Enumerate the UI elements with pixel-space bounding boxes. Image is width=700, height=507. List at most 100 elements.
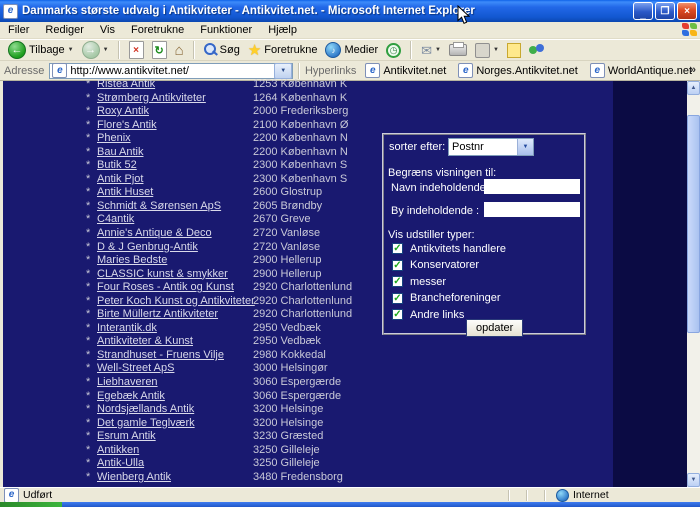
- dealer-link[interactable]: Flore's Antik: [97, 119, 157, 133]
- dealer-link[interactable]: C4antik: [97, 213, 134, 227]
- type-checkbox[interactable]: ✓: [392, 276, 403, 287]
- dealer-link[interactable]: Peter Koch Kunst og Antikviteter: [97, 295, 255, 309]
- home-button[interactable]: ⌂: [173, 43, 186, 58]
- dealer-link[interactable]: Egebæk Antik: [97, 390, 165, 404]
- vertical-scrollbar[interactable]: ▲ ▼: [687, 81, 700, 487]
- dealer-link[interactable]: Maries Bedste: [97, 254, 167, 268]
- media-note-glyph: ♪: [331, 46, 335, 55]
- type-checkbox[interactable]: ✓: [392, 293, 403, 304]
- discuss-button[interactable]: [505, 43, 523, 58]
- links-overflow-chevron[interactable]: »: [690, 64, 696, 76]
- scroll-down-button[interactable]: ▼: [687, 473, 700, 487]
- media-button[interactable]: ♪ Medier: [323, 42, 380, 58]
- print-button[interactable]: [447, 44, 469, 56]
- type-label: Andre links: [410, 309, 464, 321]
- type-checkbox[interactable]: ✓: [392, 309, 403, 320]
- type-checkbox[interactable]: ✓: [392, 243, 403, 254]
- bullet: *: [86, 471, 90, 485]
- dealer-link[interactable]: Four Roses - Antik og Kunst: [97, 281, 234, 295]
- scrollbar-thumb[interactable]: [687, 115, 700, 333]
- search-button[interactable]: Søg: [202, 43, 242, 57]
- quick-link[interactable]: e WorldAntique.net: [586, 63, 696, 78]
- quick-link[interactable]: e Norges.Antikvitet.net: [454, 63, 582, 78]
- favorites-button[interactable]: ★ Foretrukne: [246, 43, 320, 58]
- dealer-link[interactable]: Antik Pjot: [97, 173, 143, 187]
- quick-link[interactable]: e Antikvitet.net: [361, 63, 450, 78]
- listing-row: * Well-Street ApS 3000 Helsingør: [3, 362, 603, 376]
- history-button[interactable]: ◷: [384, 43, 403, 58]
- address-input[interactable]: e http://www.antikvitet.net/ ▼: [49, 63, 293, 79]
- dealer-link[interactable]: Bau Antik: [97, 146, 143, 160]
- forward-button[interactable]: → ▼: [80, 41, 111, 59]
- city-input[interactable]: [484, 202, 580, 217]
- dealer-link[interactable]: CLASSIC kunst & smykker: [97, 268, 228, 282]
- dealer-link[interactable]: Phenix: [97, 132, 131, 146]
- minimize-button[interactable]: _: [633, 2, 653, 20]
- zone-label: Internet: [573, 489, 609, 501]
- restore-button[interactable]: ❐: [655, 2, 675, 20]
- home-icon: ⌂: [175, 43, 184, 58]
- messenger-button[interactable]: [527, 43, 547, 57]
- discuss-icon: [507, 43, 521, 58]
- status-left: e Udført: [4, 488, 498, 503]
- dealer-link[interactable]: Strandhuset - Fruens Vilje: [97, 349, 224, 363]
- dealer-link[interactable]: D & J Genbrug-Antik: [97, 241, 198, 255]
- bullet: *: [86, 457, 90, 471]
- menu-item[interactable]: Rediger: [37, 23, 92, 37]
- refresh-button[interactable]: ↻: [150, 41, 169, 59]
- dealer-link[interactable]: Roxy Antik: [97, 105, 149, 119]
- dealer-link[interactable]: Interantik.dk: [97, 322, 157, 336]
- status-text: Udført: [23, 489, 52, 501]
- dealer-location: 2720 Vanløse: [253, 241, 320, 255]
- dealer-link[interactable]: Ristea Antik: [97, 78, 155, 92]
- menu-item[interactable]: Filer: [0, 23, 37, 37]
- bullet: *: [86, 417, 90, 431]
- dealer-link[interactable]: Birte Müllertz Antikviteter: [97, 308, 218, 322]
- ie-e-glyph: e: [9, 490, 15, 500]
- dealer-link[interactable]: Wienberg Antik: [97, 471, 171, 485]
- dealer-link[interactable]: Det gamle Teglværk: [97, 417, 195, 431]
- restore-icon: ❐: [661, 6, 670, 17]
- dealer-link[interactable]: Strømberg Antikviteter: [97, 92, 206, 106]
- mail-dropdown-icon[interactable]: ▼: [435, 47, 441, 53]
- dealer-link[interactable]: Liebhaveren: [97, 376, 158, 390]
- close-button[interactable]: ×: [677, 2, 697, 20]
- dealer-link[interactable]: Annie's Antique & Deco: [97, 227, 212, 241]
- quick-link-label: Norges.Antikvitet.net: [476, 65, 578, 77]
- bullet: *: [86, 227, 90, 241]
- select-chevron-icon[interactable]: ▼: [517, 139, 533, 155]
- dealer-link[interactable]: Antikviteter & Kunst: [97, 335, 193, 349]
- dealer-location: 3200 Helsinge: [253, 417, 323, 431]
- menu-item[interactable]: Vis: [92, 23, 123, 37]
- history-icon: ◷: [386, 43, 401, 58]
- menu-item[interactable]: Foretrukne: [123, 23, 192, 37]
- scroll-up-button[interactable]: ▲: [687, 81, 700, 95]
- menu-item[interactable]: Funktioner: [192, 23, 260, 37]
- update-button[interactable]: opdater: [466, 319, 523, 337]
- standard-toolbar: ← Tilbage ▼ → ▼ × ↻ ⌂ Søg ★ Foretrukne ♪…: [0, 39, 700, 61]
- start-button-fragment[interactable]: [0, 502, 62, 507]
- menu-item[interactable]: Hjælp: [260, 23, 305, 37]
- back-button[interactable]: ← Tilbage ▼: [6, 41, 76, 59]
- dealer-link[interactable]: Nordsjællands Antik: [97, 403, 194, 417]
- dealer-link[interactable]: Antik-Ulla: [97, 457, 144, 471]
- dealer-link[interactable]: Schmidt & Sørensen ApS: [97, 200, 221, 214]
- dealer-link[interactable]: Antikken: [97, 444, 139, 458]
- type-checkbox[interactable]: ✓: [392, 260, 403, 271]
- address-dropdown-button[interactable]: ▼: [274, 63, 292, 79]
- edit-dropdown-icon[interactable]: ▼: [493, 47, 499, 53]
- dealer-link[interactable]: Well-Street ApS: [97, 362, 174, 376]
- edit-button[interactable]: ▼: [473, 43, 501, 58]
- mail-button[interactable]: ✉ ▼: [419, 44, 443, 57]
- dealer-link[interactable]: Esrum Antik: [97, 430, 156, 444]
- stop-button[interactable]: ×: [127, 41, 146, 59]
- bullet: *: [86, 105, 90, 119]
- back-dropdown-icon[interactable]: ▼: [68, 47, 74, 53]
- listing-row: * Wienberg Antik 3480 Fredensborg: [3, 471, 603, 485]
- forward-dropdown-icon[interactable]: ▼: [103, 47, 109, 53]
- sort-select[interactable]: Postnr ▼: [448, 138, 534, 156]
- dealer-link[interactable]: Antik Huset: [97, 186, 153, 200]
- ie-e-glyph: e: [57, 66, 63, 76]
- dealer-link[interactable]: Butik 52: [97, 159, 137, 173]
- name-input[interactable]: [484, 179, 580, 194]
